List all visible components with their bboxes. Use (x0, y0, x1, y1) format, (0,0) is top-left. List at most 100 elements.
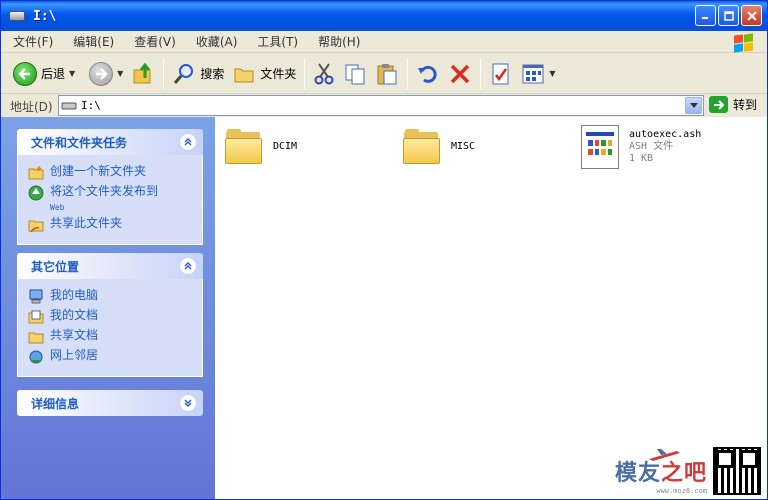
file-name: DCIM (273, 141, 298, 152)
task-label: 创建一个新文件夹 (50, 164, 147, 178)
place-my-documents[interactable]: 我的文档 (28, 308, 194, 325)
collapse-icon[interactable] (179, 257, 197, 275)
place-label: 我的电脑 (50, 288, 99, 302)
toolbar: 后退 ▼ ▼ 搜索 文件夹 ▼ (1, 54, 767, 94)
new-folder-icon (28, 166, 44, 180)
panel-title: 文件和文件夹任务 (31, 135, 128, 150)
search-icon (174, 63, 194, 84)
menu-file[interactable]: 文件(F) (1, 33, 61, 50)
panel-body: 创建一个新文件夹 将这个文件夹发布到 Web 共享此文件夹 (17, 155, 203, 245)
window-title: I:\ (33, 8, 57, 24)
maximize-button[interactable] (718, 5, 739, 26)
close-icon (746, 10, 757, 21)
minimize-button[interactable] (695, 5, 716, 26)
file-view: DCIM MISC autoexec.ash ASH 文件 1 KB 模友之吧 … (215, 117, 767, 499)
watermark-url: www.moz8.com (656, 487, 707, 495)
file-item-misc[interactable]: MISC (403, 127, 475, 165)
file-type: ASH 文件 (629, 141, 674, 152)
chevron-down-icon[interactable]: ▼ (117, 69, 123, 78)
file-tasks-header[interactable]: 文件和文件夹任务 (17, 129, 203, 155)
other-places-header[interactable]: 其它位置 (17, 253, 203, 279)
views-button[interactable]: ▼ (517, 58, 559, 90)
up-folder-button[interactable] (127, 58, 159, 90)
properties-icon (492, 63, 509, 84)
drive-icon (61, 102, 77, 109)
toolbar-separator (407, 58, 409, 89)
menu-favorites[interactable]: 收藏(A) (184, 33, 246, 50)
file-item-dcim[interactable]: DCIM (225, 127, 297, 165)
drive-icon (9, 11, 25, 21)
chevron-down-icon[interactable]: ▼ (69, 69, 75, 78)
file-tasks-panel: 文件和文件夹任务 创建一个新文件夹 将这个文件夹发布到 Web 共享此文件夹 (17, 129, 203, 245)
menu-bar: 文件(F) 编辑(E) 查看(V) 收藏(A) 工具(T) 帮助(H) (1, 31, 767, 53)
back-button[interactable]: 后退 ▼ (9, 58, 79, 90)
cut-button[interactable] (309, 58, 339, 90)
qr-code-icon (713, 447, 761, 495)
address-value: I:\ (81, 99, 101, 112)
address-dropdown-button[interactable] (685, 97, 702, 114)
toolbar-separator (480, 58, 482, 89)
expand-icon[interactable] (179, 394, 197, 412)
chevron-down-icon (689, 103, 698, 108)
publish-web-icon (28, 185, 44, 201)
undo-button[interactable] (412, 58, 444, 90)
file-item-autoexec[interactable]: autoexec.ash ASH 文件 1 KB (581, 125, 701, 169)
task-share-folder[interactable]: 共享此文件夹 (28, 216, 194, 233)
file-size: 1 KB (629, 153, 654, 164)
up-folder-icon (133, 62, 151, 83)
file-name: MISC (451, 141, 476, 152)
menu-view[interactable]: 查看(V) (122, 33, 184, 50)
place-shared-documents[interactable]: 共享文档 (28, 328, 194, 345)
window-controls (695, 5, 762, 26)
back-arrow-icon (13, 61, 37, 86)
search-button[interactable]: 搜索 (168, 58, 228, 90)
paste-button[interactable] (371, 58, 403, 90)
collapse-icon[interactable] (179, 133, 197, 151)
shared-documents-icon (28, 332, 44, 344)
watermark-brand: 模友 (614, 461, 661, 486)
forward-button[interactable]: ▼ (85, 58, 127, 90)
address-input[interactable]: I:\ (58, 95, 704, 116)
close-button[interactable] (741, 5, 762, 26)
back-label: 后退 (41, 67, 66, 81)
windows-logo-icon (731, 33, 757, 53)
folder-icon (403, 127, 441, 165)
delete-icon (451, 64, 470, 83)
menu-edit[interactable]: 编辑(E) (61, 33, 122, 50)
task-new-folder[interactable]: 创建一个新文件夹 (28, 164, 194, 181)
place-label: 我的文档 (50, 308, 99, 322)
place-network-places[interactable]: 网上邻居 (28, 348, 194, 365)
go-arrow-icon (709, 96, 728, 113)
my-documents-icon (28, 310, 44, 324)
properties-button[interactable] (485, 58, 517, 90)
chevron-down-icon[interactable]: ▼ (549, 69, 555, 78)
panel-body: 我的电脑 我的文档 共享文档 网上邻居 (17, 279, 203, 377)
task-sublabel: Web (50, 203, 65, 212)
place-label: 网上邻居 (50, 348, 99, 362)
other-places-panel: 其它位置 我的电脑 我的文档 共享文档 网上邻居 (17, 253, 203, 377)
panel-title: 其它位置 (31, 259, 80, 274)
title-bar[interactable]: I:\ (1, 1, 767, 31)
cut-icon (314, 62, 334, 84)
my-computer-icon (29, 289, 43, 304)
menu-help[interactable]: 帮助(H) (306, 33, 368, 50)
watermark: 模友之吧 www.moz8.com (615, 447, 761, 495)
panel-title: 详细信息 (31, 396, 80, 411)
paste-icon (377, 63, 397, 84)
menu-tools[interactable]: 工具(T) (245, 33, 306, 50)
copy-button[interactable] (339, 58, 371, 90)
task-publish-web[interactable]: 将这个文件夹发布到 Web (28, 184, 194, 213)
search-label: 搜索 (200, 67, 225, 81)
place-my-computer[interactable]: 我的电脑 (28, 288, 194, 305)
address-bar: 地址(D) I:\ 转到 (1, 95, 767, 117)
go-button[interactable]: 转到 (709, 96, 757, 113)
folders-icon (234, 68, 254, 82)
task-pane: 文件和文件夹任务 创建一个新文件夹 将这个文件夹发布到 Web 共享此文件夹 其… (1, 117, 215, 499)
delete-button[interactable] (444, 58, 476, 90)
undo-icon (418, 65, 437, 83)
watermark-brand-suffix: 之吧 (660, 461, 707, 486)
folders-label: 文件夹 (260, 67, 297, 81)
details-panel: 详细信息 (17, 390, 203, 416)
folders-button[interactable]: 文件夹 (228, 58, 300, 90)
details-header[interactable]: 详细信息 (17, 390, 203, 416)
